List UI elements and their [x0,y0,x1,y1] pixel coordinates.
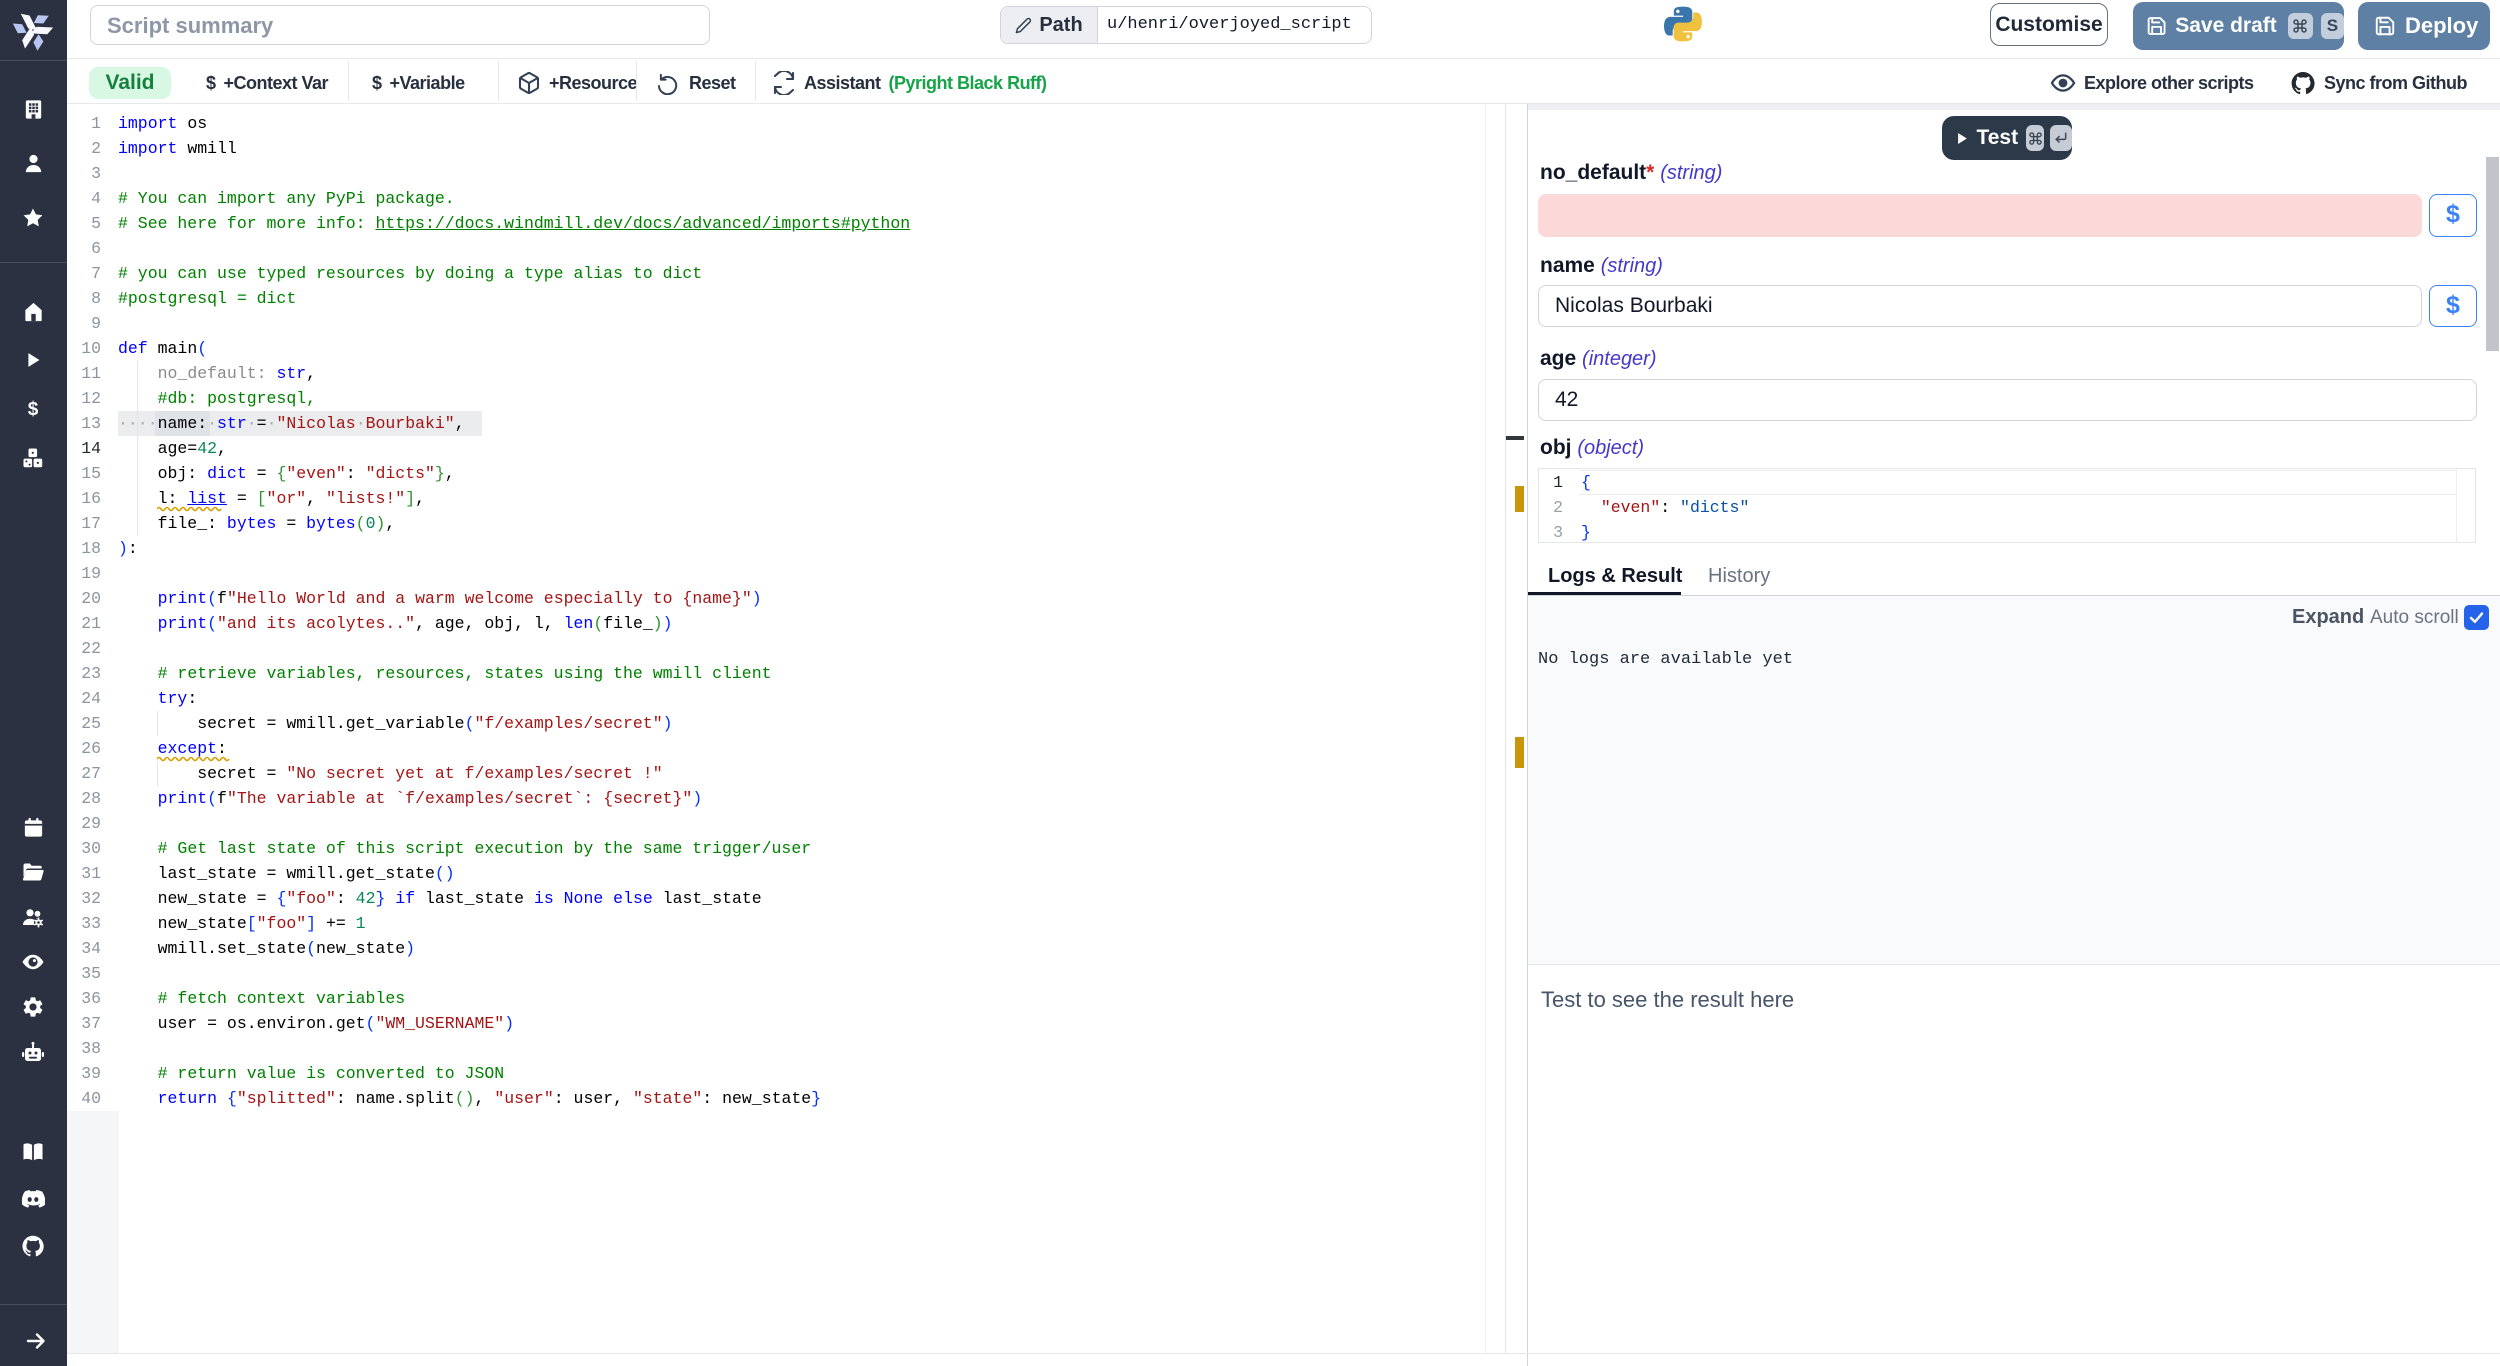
svg-text:$: $ [28,399,39,420]
